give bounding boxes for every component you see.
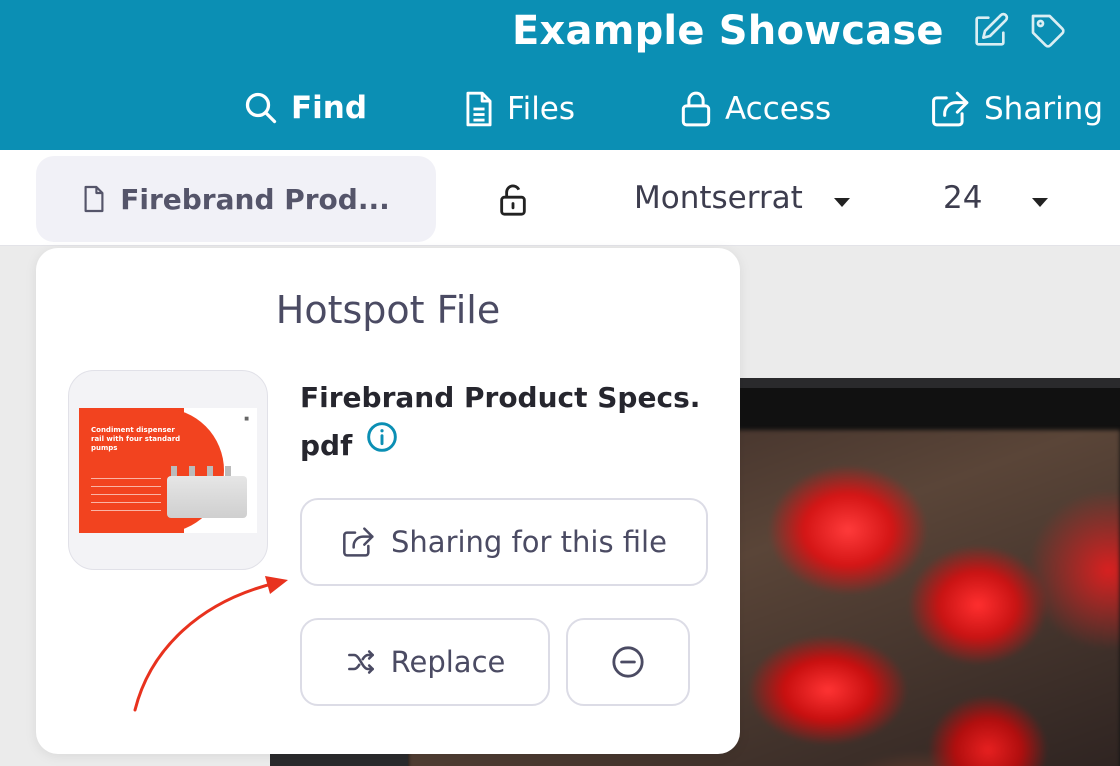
file-name-text: Firebrand Product Specs. pdf <box>300 381 701 462</box>
nav-access[interactable]: Access <box>679 90 831 128</box>
nav-sharing-label: Sharing <box>984 90 1104 127</box>
font-size-select[interactable]: 24 <box>943 180 982 216</box>
share-icon <box>343 527 374 557</box>
chevron-down-icon[interactable] <box>1032 198 1048 207</box>
nav-access-label: Access <box>725 90 832 127</box>
brand-logo: ■ <box>244 416 249 422</box>
shuffle-icon <box>347 650 374 674</box>
hotspot-file-chip[interactable]: Firebrand Prod... <box>36 156 436 242</box>
file-name: Firebrand Product Specs. pdf <box>300 374 720 471</box>
pdf-preview-heading: Condiment dispenser rail with four stand… <box>91 426 181 452</box>
file-icon <box>84 185 104 213</box>
info-icon[interactable] <box>366 420 398 468</box>
unlock-icon[interactable] <box>497 183 529 221</box>
nav-find-label: Find <box>291 89 368 126</box>
nav-find[interactable]: Find <box>243 90 367 126</box>
file-icon <box>466 91 492 127</box>
search-icon <box>245 92 277 124</box>
font-size-value: 24 <box>943 180 983 216</box>
minus-circle-icon <box>612 646 644 678</box>
remove-file-button[interactable] <box>566 618 690 706</box>
sharing-for-file-label: Sharing for this file <box>391 525 667 559</box>
tag-icon[interactable] <box>1028 11 1068 51</box>
chevron-down-icon[interactable] <box>834 198 850 207</box>
font-family-value: Montserrat <box>634 180 803 216</box>
file-thumbnail[interactable]: Condiment dispenser rail with four stand… <box>68 370 268 570</box>
replace-button[interactable]: Replace <box>300 618 550 706</box>
sharing-for-file-button[interactable]: Sharing for this file <box>300 498 708 586</box>
nav-sharing[interactable]: Sharing <box>930 90 1103 128</box>
edit-icon[interactable] <box>970 11 1010 51</box>
pdf-preview-product <box>167 476 247 518</box>
top-bar: Example Showcase Find Files Access Shari… <box>0 0 1120 150</box>
showcase-title-row: Example Showcase <box>512 8 1068 54</box>
showcase-title: Example Showcase <box>512 8 944 54</box>
font-family-select[interactable]: Montserrat <box>634 180 803 216</box>
editor-toolbar: Firebrand Prod... Montserrat 24 <box>0 150 1120 246</box>
popover-title: Hotspot File <box>275 288 501 332</box>
file-chip-label: Firebrand Prod... <box>120 182 390 216</box>
nav-files-label: Files <box>507 90 576 127</box>
pdf-preview: Condiment dispenser rail with four stand… <box>79 408 257 533</box>
share-icon <box>932 91 969 127</box>
lock-icon <box>681 91 711 127</box>
pdf-preview-table <box>91 478 161 518</box>
annotation-arrow <box>133 576 288 712</box>
nav-files[interactable]: Files <box>463 90 575 128</box>
replace-label: Replace <box>390 645 506 679</box>
